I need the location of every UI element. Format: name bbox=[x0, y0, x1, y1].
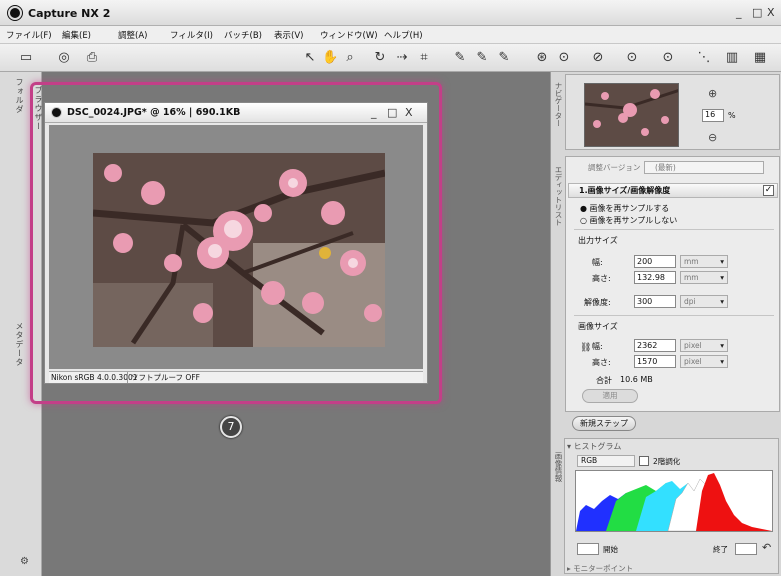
divider bbox=[574, 229, 774, 230]
auto-retouch-icon[interactable]: ⊙ bbox=[556, 50, 572, 66]
zoom-out-icon[interactable]: ⊖ bbox=[708, 131, 717, 144]
radio-resample-off[interactable]: ○ 画像を再サンプルしない bbox=[580, 215, 677, 226]
thumbnail-photo bbox=[585, 84, 678, 146]
fill-icon[interactable]: ▥ bbox=[724, 50, 740, 66]
resize-section-header[interactable]: 1.画像サイズ/画像解像度 ✓ bbox=[568, 183, 778, 198]
minimize-button[interactable]: _ bbox=[736, 6, 742, 19]
px-height-unit-select[interactable]: pixel bbox=[680, 355, 728, 368]
radio-resample-on[interactable]: ● 画像を再サンプルする bbox=[580, 203, 669, 214]
histogram-header[interactable]: ▾ ヒストグラム bbox=[567, 441, 621, 452]
crop-icon[interactable]: ⌗ bbox=[416, 50, 432, 66]
height-label: 高さ: bbox=[592, 274, 611, 283]
selection-brush-icon[interactable]: ⊘ bbox=[590, 50, 606, 66]
link-icon[interactable]: ⛓ bbox=[580, 343, 591, 353]
menu-bar: ファイル(F) 編集(E) 調整(A) フィルタ(I) バッチ(B) 表示(V)… bbox=[0, 26, 781, 44]
arrow-select-icon[interactable]: ↖ bbox=[302, 50, 318, 66]
color-control-point-icon[interactable]: ⊙ bbox=[624, 50, 640, 66]
print-icon[interactable]: ⎙ bbox=[84, 50, 100, 66]
tab-navigator[interactable]: ナビゲーター bbox=[553, 82, 564, 127]
tab-image-info[interactable]: 画像情報 bbox=[553, 452, 564, 482]
tab-edit-list[interactable]: エディットリスト bbox=[553, 166, 564, 226]
resolution-unit-select[interactable]: dpi bbox=[680, 295, 728, 308]
zoom-unit-label: % bbox=[728, 111, 736, 120]
menu-batch[interactable]: バッチ(B) bbox=[224, 29, 262, 41]
menu-window[interactable]: ウィンドウ(W) bbox=[320, 29, 378, 41]
reset-icon[interactable]: ↶ bbox=[762, 541, 771, 554]
output-size-label: 出力サイズ bbox=[578, 236, 618, 245]
straighten-icon[interactable]: ⇢ bbox=[394, 50, 410, 66]
two-point-checkbox[interactable] bbox=[639, 456, 649, 466]
version-row: 調整バージョン (最新) bbox=[574, 161, 778, 175]
px-height-label: 高さ: bbox=[592, 358, 611, 367]
navigator-panel: ⊕ 16 % ⊖ bbox=[565, 74, 780, 150]
histogram-panel: ▾ ヒストグラム RGB 2階調化 開始 終了 ↶ ▸ モニターポイント bbox=[564, 438, 779, 574]
histogram-end-input[interactable] bbox=[735, 543, 757, 555]
total-size-value: 10.6 MB bbox=[620, 375, 653, 384]
apply-button[interactable]: 適用 bbox=[582, 389, 638, 403]
browser-toggle-icon[interactable]: ▭ bbox=[18, 50, 34, 66]
gradient-icon[interactable]: ⋱ bbox=[696, 50, 712, 66]
tab-metadata[interactable]: メタデータ bbox=[14, 322, 25, 367]
zoom-icon[interactable]: ⌕ bbox=[342, 50, 358, 66]
app-title: Capture NX 2 bbox=[28, 7, 111, 20]
tab-folders[interactable]: フォルダ bbox=[14, 78, 25, 114]
width-field[interactable]: 200 bbox=[634, 255, 676, 268]
end-label: 終了 bbox=[713, 545, 728, 554]
width-label: 幅: bbox=[592, 258, 603, 267]
histogram-graph[interactable] bbox=[575, 470, 773, 532]
hand-icon[interactable]: ✋ bbox=[322, 50, 338, 66]
inspect-icon[interactable]: ◎ bbox=[56, 50, 72, 66]
menu-edit[interactable]: 編集(E) bbox=[62, 29, 91, 41]
zoom-input[interactable]: 16 bbox=[702, 109, 724, 122]
histogram-curve bbox=[576, 473, 772, 532]
close-button[interactable]: X bbox=[767, 6, 775, 19]
black-point-icon[interactable]: ✎ bbox=[452, 50, 468, 66]
total-label: 合計 bbox=[596, 376, 612, 385]
resolution-label: 解像度: bbox=[584, 298, 611, 307]
px-width-unit-select[interactable]: pixel bbox=[680, 339, 728, 352]
maximize-button[interactable]: □ bbox=[752, 6, 762, 19]
px-height-field[interactable]: 1570 bbox=[634, 355, 676, 368]
red-eye-icon[interactable]: ⊛ bbox=[534, 50, 550, 66]
px-width-field[interactable]: 2362 bbox=[634, 339, 676, 352]
zoom-in-icon[interactable]: ⊕ bbox=[708, 87, 717, 100]
neutral-point-icon[interactable]: ✎ bbox=[474, 50, 490, 66]
lasso-icon[interactable]: ⊙ bbox=[660, 50, 676, 66]
menu-view[interactable]: 表示(V) bbox=[274, 29, 303, 41]
divider bbox=[574, 315, 774, 316]
menu-file[interactable]: ファイル(F) bbox=[6, 29, 52, 41]
toolbar: ▭ ◎ ⎙ ↖ ✋ ⌕ ↻ ⇢ ⌗ ✎ ✎ ✎ ⊛ ⊙ ⊘ ⊙ ⊙ ⋱ ▥ ▦ bbox=[0, 44, 781, 72]
section-title: 1.画像サイズ/画像解像度 bbox=[579, 186, 671, 195]
navigator-thumbnail[interactable] bbox=[584, 83, 679, 147]
width-unit-select[interactable]: mm bbox=[680, 255, 728, 268]
rotate-icon[interactable]: ↻ bbox=[372, 50, 388, 66]
resolution-field[interactable]: 300 bbox=[634, 295, 676, 308]
channel-select[interactable]: RGB bbox=[577, 455, 635, 467]
step-callout: 7 bbox=[220, 416, 242, 438]
workspace-settings-icon[interactable]: ⚙ bbox=[20, 556, 29, 567]
highlight-frame bbox=[30, 82, 442, 404]
height-unit-select[interactable]: mm bbox=[680, 271, 728, 284]
title-bar: Capture NX 2 _ □ X bbox=[0, 0, 781, 26]
white-point-icon[interactable]: ✎ bbox=[496, 50, 512, 66]
monitor-point-header[interactable]: ▸ モニターポイント bbox=[567, 563, 633, 574]
histogram-start-input[interactable] bbox=[577, 543, 599, 555]
section-enable-checkbox[interactable]: ✓ bbox=[763, 185, 774, 196]
height-field[interactable]: 132.98 bbox=[634, 271, 676, 284]
px-width-label: 幅: bbox=[592, 342, 603, 351]
app-logo-icon bbox=[8, 6, 22, 20]
start-label: 開始 bbox=[603, 545, 618, 554]
layer-icon[interactable]: ▦ bbox=[752, 50, 768, 66]
image-size-label: 画像サイズ bbox=[578, 322, 618, 331]
menu-adjust[interactable]: 調整(A) bbox=[118, 29, 147, 41]
two-point-label: 2階調化 bbox=[653, 457, 681, 466]
version-select[interactable]: (最新) bbox=[644, 161, 764, 174]
new-step-button[interactable]: 新規ステップ bbox=[572, 416, 636, 431]
edit-list-panel: 調整バージョン (最新) 1.画像サイズ/画像解像度 ✓ ● 画像を再サンプルす… bbox=[565, 156, 780, 412]
version-label: 調整バージョン bbox=[588, 163, 641, 172]
menu-help[interactable]: ヘルプ(H) bbox=[384, 29, 423, 41]
menu-filter[interactable]: フィルタ(I) bbox=[170, 29, 213, 41]
